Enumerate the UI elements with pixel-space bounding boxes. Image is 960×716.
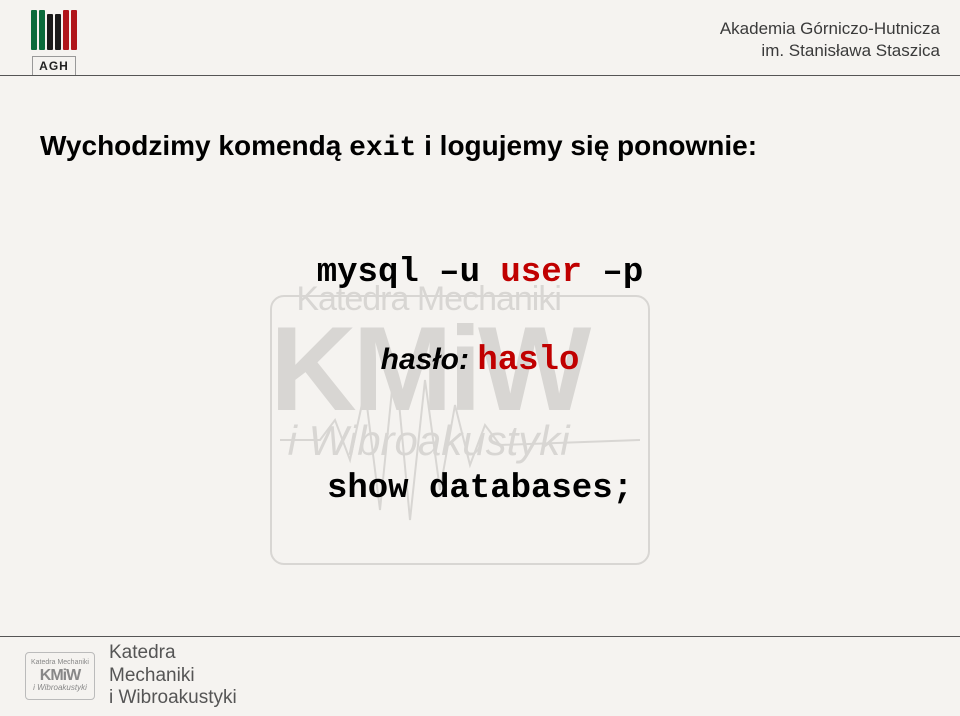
dept-name-line1: Katedra xyxy=(109,642,237,665)
password-value: haslo xyxy=(477,342,579,380)
agh-logo-text: AGH xyxy=(32,56,76,76)
password-line: hasło: haslo xyxy=(40,342,920,380)
university-name-line2: im. Stanisława Staszica xyxy=(720,40,940,62)
mysql-cmd-prefix: mysql –u xyxy=(317,254,501,292)
header-divider xyxy=(0,75,960,76)
department-name: Katedra Mechaniki i Wibroakustyki xyxy=(109,642,237,710)
dept-logo-main: KMiW xyxy=(40,667,80,685)
show-databases-command: show databases; xyxy=(40,470,920,508)
intro-text-1: Wychodzimy komendą xyxy=(40,130,349,161)
slide-footer: Katedra Mechaniki KMiW i Wibroakustyki K… xyxy=(0,636,960,716)
footer-divider xyxy=(0,636,960,637)
slide-content: Wychodzimy komendą exit i logujemy się p… xyxy=(40,130,920,508)
mysql-login-command: mysql –u user –p xyxy=(40,254,920,292)
university-name-line1: Akademia Górniczo-Hutnicza xyxy=(720,18,940,40)
department-logo: Katedra Mechaniki KMiW i Wibroakustyki xyxy=(25,652,95,700)
dept-name-line2: Mechaniki xyxy=(109,665,237,688)
intro-exit-command: exit xyxy=(349,133,416,164)
intro-text-2: i logujemy się ponownie: xyxy=(416,130,757,161)
mysql-cmd-user: user xyxy=(500,254,582,292)
agh-logo-bars-icon xyxy=(31,10,77,50)
password-label: hasło: xyxy=(381,343,478,376)
dept-logo-bottom: i Wibroakustyki xyxy=(33,684,87,693)
dept-logo-top: Katedra Mechaniki xyxy=(31,659,89,667)
mysql-cmd-suffix: –p xyxy=(582,254,643,292)
dept-name-line3: i Wibroakustyki xyxy=(109,687,237,710)
slide-header: AGH Akademia Górniczo-Hutnicza im. Stani… xyxy=(0,0,960,90)
intro-sentence: Wychodzimy komendą exit i logujemy się p… xyxy=(40,130,920,164)
university-name: Akademia Górniczo-Hutnicza im. Stanisław… xyxy=(720,10,940,62)
agh-logo: AGH xyxy=(25,10,83,76)
